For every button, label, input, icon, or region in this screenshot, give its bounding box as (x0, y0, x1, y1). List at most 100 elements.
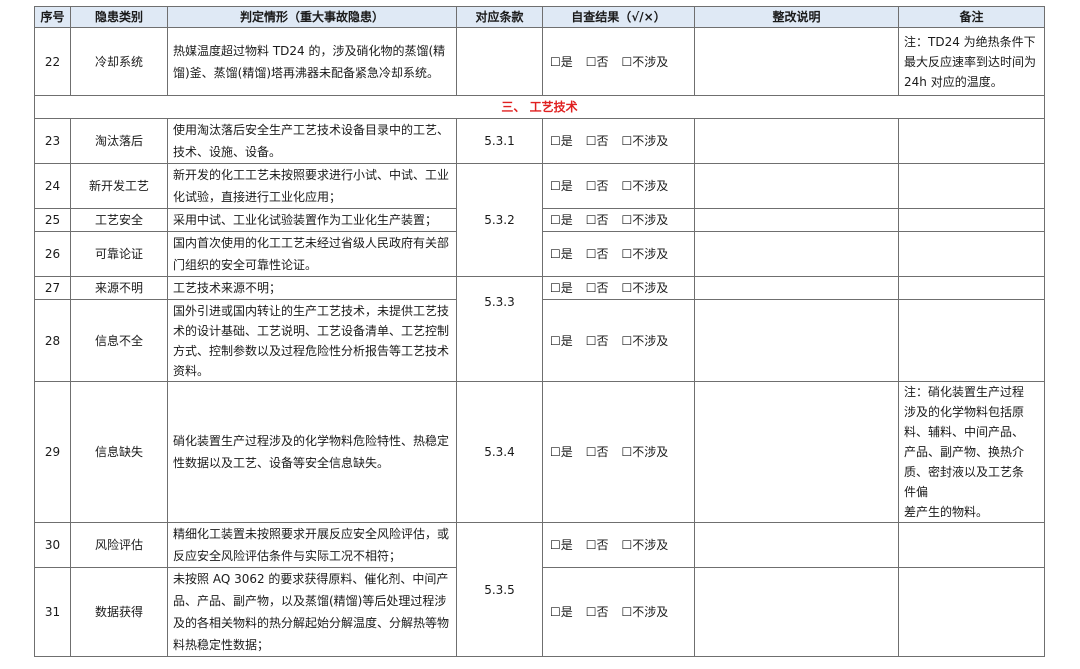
row-remark (898, 522, 1045, 568)
rectification-cell[interactable] (694, 163, 899, 209)
row-category: 信息缺失 (70, 381, 168, 523)
row-situation: 使用淘汰落后安全生产工艺技术设备目录中的工艺、技术、设施、设备。 (167, 118, 457, 164)
rectification-cell[interactable] (694, 567, 899, 657)
row-situation: 精细化工装置未按照要求开展反应安全风险评估，或反应安全风险评估条件与实际工况不相… (167, 522, 457, 568)
option-yes[interactable]: ☐是 (550, 247, 573, 261)
option-no[interactable]: ☐否 (586, 179, 609, 193)
row-no: 23 (34, 118, 71, 164)
option-no[interactable]: ☐否 (586, 538, 609, 552)
option-no[interactable]: ☐否 (586, 247, 609, 261)
header-remark: 备注 (898, 6, 1045, 28)
header-rectification: 整改说明 (694, 6, 899, 28)
hazard-checklist-table: 序号 隐患类别 判定情形（重大事故隐患） 对应条款 自查结果（√/×） 整改说明… (34, 6, 1045, 657)
option-no[interactable]: ☐否 (586, 213, 609, 227)
row-category: 新开发工艺 (70, 163, 168, 209)
self-check-options: ☐是 ☐否 ☐不涉及 (542, 276, 695, 300)
option-yes[interactable]: ☐是 (550, 538, 573, 552)
row-remark: 注：TD24 为绝热条件下最大反应速率到达时间为 24h 对应的温度。 (898, 27, 1045, 96)
table-row: 27 来源不明 工艺技术来源不明； 5.3.3 ☐是 ☐否 ☐不涉及 (34, 276, 1045, 382)
self-check-options: ☐是 ☐否 ☐不涉及 (542, 231, 695, 277)
remark-line: 差产生的物料。 (904, 505, 989, 519)
option-na[interactable]: ☐不涉及 (622, 179, 669, 193)
remark-line: 件偏 (904, 485, 929, 499)
option-na[interactable]: ☐不涉及 (622, 538, 669, 552)
row-no: 29 (34, 381, 71, 523)
row-remark (898, 163, 1045, 209)
self-check-options: ☐是 ☐否 ☐不涉及 (542, 163, 695, 209)
option-na[interactable]: ☐不涉及 (622, 281, 669, 295)
option-na[interactable]: ☐不涉及 (622, 247, 669, 261)
row-category: 来源不明 (70, 276, 168, 300)
table-row: 30 风险评估 精细化工装置未按照要求开展反应安全风险评估，或反应安全风险评估条… (34, 522, 1045, 657)
row-clause: 5.3.5 (456, 522, 543, 657)
option-yes[interactable]: ☐是 (550, 213, 573, 227)
option-na[interactable]: ☐不涉及 (622, 605, 669, 619)
row-remark (898, 118, 1045, 164)
row-category: 淘汰落后 (70, 118, 168, 164)
row-remark (898, 567, 1045, 657)
option-yes[interactable]: ☐是 (550, 134, 573, 148)
table-row: 24 新开发工艺 新开发的化工工艺未按照要求进行小试、中试、工业化试验，直接进行… (34, 163, 1045, 277)
rectification-cell[interactable] (694, 299, 899, 382)
rectification-cell[interactable] (694, 118, 899, 164)
rectification-cell[interactable] (694, 381, 899, 523)
option-no[interactable]: ☐否 (586, 605, 609, 619)
row-no: 27 (34, 276, 71, 300)
option-yes[interactable]: ☐是 (550, 334, 573, 348)
row-no: 22 (34, 27, 71, 96)
self-check-options: ☐是 ☐否 ☐不涉及 (542, 27, 695, 96)
table-row: 29 信息缺失 硝化装置生产过程涉及的化学物料危险特性、热稳定性数据以及工艺、设… (34, 381, 1045, 523)
self-check-options: ☐是 ☐否 ☐不涉及 (542, 381, 695, 523)
option-no[interactable]: ☐否 (586, 55, 609, 69)
option-na[interactable]: ☐不涉及 (622, 334, 669, 348)
row-no: 31 (34, 567, 71, 657)
option-yes[interactable]: ☐是 (550, 179, 573, 193)
row-clause: 5.3.2 (456, 163, 543, 277)
header-situation: 判定情形（重大事故隐患） (167, 6, 457, 28)
row-situation: 新开发的化工工艺未按照要求进行小试、中试、工业化试验，直接进行工业化应用； (167, 163, 457, 209)
row-situation: 国外引进或国内转让的生产工艺技术，未提供工艺技术的设计基础、工艺说明、工艺设备清… (167, 299, 457, 382)
option-no[interactable]: ☐否 (586, 281, 609, 295)
remark-line: 注：硝化装置生产过程 (904, 385, 1025, 399)
option-na[interactable]: ☐不涉及 (622, 213, 669, 227)
row-no: 25 (34, 208, 71, 232)
row-situation: 未按照 AQ 3062 的要求获得原料、催化剂、中间产品、产品、副产物，以及蒸馏… (167, 567, 457, 657)
option-yes[interactable]: ☐是 (550, 605, 573, 619)
row-situation: 热媒温度超过物料 TD24 的，涉及硝化物的蒸馏(精馏)釜、蒸馏(精馏)塔再沸器… (167, 27, 457, 96)
row-situation: 采用中试、工业化试验装置作为工业化生产装置； (167, 208, 457, 232)
row-remark (898, 231, 1045, 277)
option-yes[interactable]: ☐是 (550, 445, 573, 459)
section-title: 三、 工艺技术 (34, 95, 1045, 119)
rectification-cell[interactable] (694, 276, 899, 300)
rectification-cell[interactable] (694, 208, 899, 232)
row-clause: 5.3.1 (456, 118, 543, 164)
option-no[interactable]: ☐否 (586, 334, 609, 348)
row-clause: 5.3.3 (456, 276, 543, 382)
option-no[interactable]: ☐否 (586, 134, 609, 148)
option-no[interactable]: ☐否 (586, 445, 609, 459)
row-no: 26 (34, 231, 71, 277)
row-category: 数据获得 (70, 567, 168, 657)
row-clause (456, 27, 543, 96)
remark-line: 产品、副产物、换热介 (904, 445, 1025, 459)
row-situation: 工艺技术来源不明； (167, 276, 457, 300)
self-check-options: ☐是 ☐否 ☐不涉及 (542, 118, 695, 164)
row-clause: 5.3.4 (456, 381, 543, 523)
rectification-cell[interactable] (694, 522, 899, 568)
section-row: 三、 工艺技术 (34, 95, 1045, 119)
remark-line: 涉及的化学物料包括原 (904, 405, 1025, 419)
option-na[interactable]: ☐不涉及 (622, 55, 669, 69)
self-check-options: ☐是 ☐否 ☐不涉及 (542, 299, 695, 382)
row-remark: 注：硝化装置生产过程 涉及的化学物料包括原 料、辅料、中间产品、 产品、副产物、… (898, 381, 1045, 523)
row-remark (898, 276, 1045, 300)
row-category: 冷却系统 (70, 27, 168, 96)
rectification-cell[interactable] (694, 231, 899, 277)
option-yes[interactable]: ☐是 (550, 281, 573, 295)
rectification-cell[interactable] (694, 27, 899, 96)
option-na[interactable]: ☐不涉及 (622, 445, 669, 459)
option-yes[interactable]: ☐是 (550, 55, 573, 69)
table-row: 22 冷却系统 热媒温度超过物料 TD24 的，涉及硝化物的蒸馏(精馏)釜、蒸馏… (34, 27, 1045, 96)
self-check-options: ☐是 ☐否 ☐不涉及 (542, 208, 695, 232)
self-check-options: ☐是 ☐否 ☐不涉及 (542, 567, 695, 657)
option-na[interactable]: ☐不涉及 (622, 134, 669, 148)
